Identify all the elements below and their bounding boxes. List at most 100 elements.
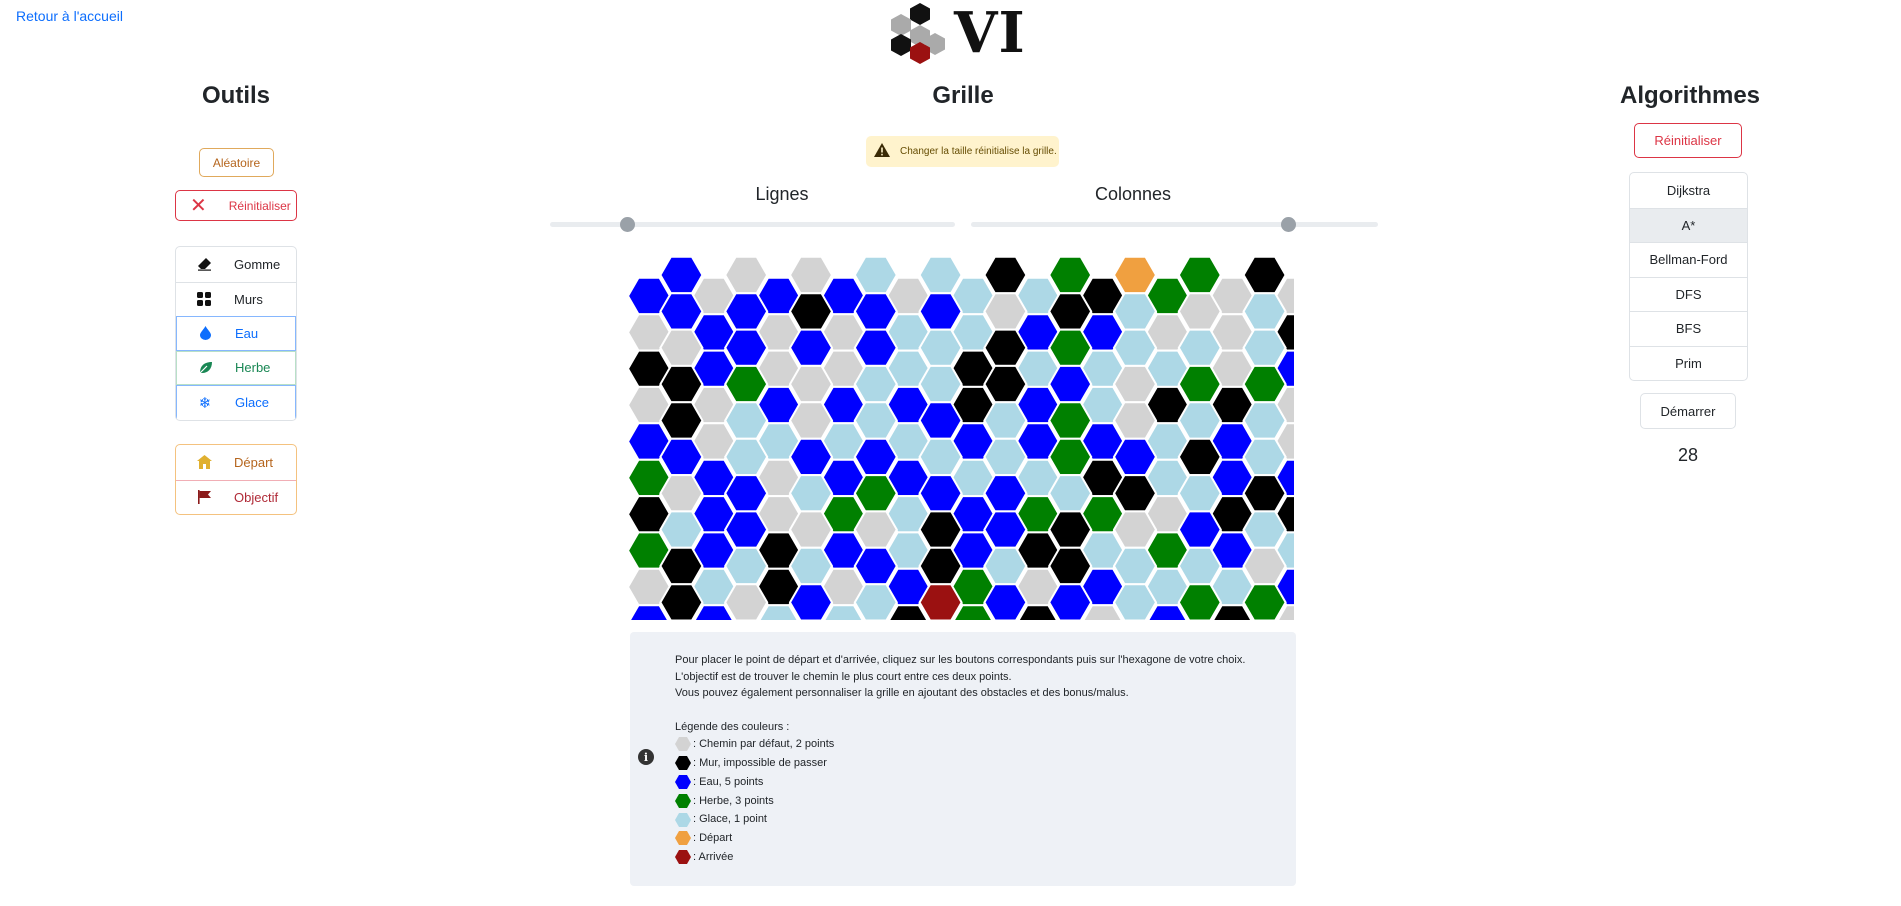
hex-cell[interactable] (724, 401, 769, 440)
hex-cell[interactable] (853, 255, 898, 295)
hex-cell[interactable] (1177, 437, 1222, 477)
hex-cell[interactable] (1242, 474, 1287, 513)
hex-cell[interactable] (659, 474, 704, 513)
tool-herbe[interactable]: Herbe (176, 350, 296, 385)
hex-cell[interactable] (1177, 401, 1222, 440)
hex-cell[interactable] (983, 255, 1028, 295)
hex-cell[interactable] (853, 328, 898, 367)
hex-cell[interactable] (788, 401, 834, 440)
hex-cell[interactable] (788, 583, 834, 620)
hex-cell[interactable] (983, 437, 1028, 477)
hex-cell[interactable] (1112, 401, 1158, 440)
hex-cell[interactable] (1048, 364, 1093, 404)
algorithm-option[interactable]: Bellman-Ford (1630, 242, 1747, 277)
hex-cell[interactable] (1177, 546, 1222, 586)
hex-cell[interactable] (724, 364, 769, 404)
hex-cell[interactable] (918, 292, 963, 331)
hex-cell[interactable] (1177, 364, 1222, 404)
hex-cell[interactable] (1177, 474, 1222, 513)
hex-cell[interactable] (1177, 292, 1222, 331)
hex-cell[interactable] (724, 583, 769, 620)
hex-cell[interactable] (724, 474, 769, 513)
hex-cell[interactable] (983, 364, 1028, 404)
hex-cell[interactable] (659, 510, 704, 549)
algorithm-option[interactable]: A* (1630, 207, 1747, 242)
hex-cell[interactable] (1048, 583, 1093, 620)
cols-slider[interactable] (971, 222, 1378, 227)
hex-cell[interactable] (1048, 328, 1093, 367)
hex-cell[interactable] (853, 364, 898, 404)
hex-cell[interactable] (659, 364, 704, 404)
hex-cell[interactable] (983, 474, 1028, 513)
hex-cell[interactable] (853, 474, 898, 513)
hex-cell[interactable] (724, 546, 769, 586)
hex-cell[interactable] (659, 437, 704, 477)
rows-slider-thumb[interactable] (619, 217, 635, 232)
hex-cell[interactable] (1177, 255, 1222, 295)
hex-cell[interactable] (853, 583, 898, 620)
hex-cell[interactable] (724, 328, 769, 367)
hex-cell[interactable] (918, 255, 963, 295)
reset-algorithm-button[interactable]: Réinitialiser (1634, 123, 1742, 158)
hex-cell[interactable] (1242, 437, 1287, 477)
hex-cell[interactable] (918, 401, 963, 440)
hex-cell[interactable] (1112, 328, 1158, 367)
hex-cell[interactable] (788, 255, 834, 295)
hex-cell[interactable] (918, 583, 963, 620)
hex-cell[interactable] (1242, 546, 1287, 586)
reset-grid-button[interactable]: ✕ Réinitialiser (175, 190, 297, 221)
hex-cell[interactable] (983, 546, 1028, 586)
hex-cell[interactable] (724, 255, 769, 295)
cols-slider-thumb[interactable] (1281, 217, 1297, 232)
algorithm-option[interactable]: BFS (1630, 311, 1747, 346)
hex-cell[interactable] (1112, 546, 1158, 586)
hex-cell[interactable] (1112, 583, 1158, 620)
hex-cell[interactable] (918, 328, 963, 367)
hex-cell[interactable] (1048, 510, 1093, 549)
hex-cell[interactable] (1242, 510, 1287, 549)
hex-cell[interactable] (659, 401, 704, 440)
start-button[interactable]: Démarrer (1640, 393, 1736, 429)
hex-cell[interactable] (788, 364, 834, 404)
hex-cell[interactable] (1048, 546, 1093, 586)
hex-cell[interactable] (1112, 255, 1158, 295)
hex-cell[interactable] (1048, 474, 1093, 513)
hex-cell[interactable] (1242, 583, 1287, 620)
hex-cell[interactable] (659, 255, 704, 295)
hex-cell[interactable] (1242, 255, 1287, 295)
hex-cell[interactable] (1112, 364, 1158, 404)
hex-cell[interactable] (1177, 328, 1222, 367)
hex-grid[interactable] (628, 255, 1294, 620)
hex-cell[interactable] (1048, 437, 1093, 477)
hex-cell[interactable] (659, 583, 704, 620)
hex-cell[interactable] (853, 292, 898, 331)
hex-cell[interactable] (1112, 510, 1158, 549)
hex-cell[interactable] (788, 328, 834, 367)
hex-cell[interactable] (659, 292, 704, 331)
hex-cell[interactable] (918, 474, 963, 513)
hex-cell[interactable] (788, 292, 834, 331)
algorithm-option[interactable]: Dijkstra (1630, 173, 1747, 208)
hex-cell[interactable] (918, 364, 963, 404)
hex-cell[interactable] (983, 292, 1028, 331)
tool-glace[interactable]: ❄ Glace (176, 385, 296, 420)
hex-cell[interactable] (1177, 583, 1222, 620)
hex-cell[interactable] (918, 510, 963, 549)
hex-cell[interactable] (724, 437, 769, 477)
hex-cell[interactable] (983, 328, 1028, 367)
hex-cell[interactable] (659, 546, 704, 586)
tool-objectif[interactable]: Objectif (176, 479, 296, 515)
hex-cell[interactable] (659, 328, 704, 367)
hex-cell[interactable] (1242, 401, 1287, 440)
home-link[interactable]: Retour à l'accueil (16, 8, 123, 24)
tool-gomme[interactable]: Gomme (176, 247, 296, 282)
hex-cell[interactable] (1177, 510, 1222, 549)
hex-cell[interactable] (983, 583, 1028, 620)
hex-cell[interactable] (1242, 292, 1287, 331)
hex-cell[interactable] (724, 292, 769, 331)
random-button[interactable]: Aléatoire (199, 148, 274, 177)
hex-cell[interactable] (983, 401, 1028, 440)
hex-cell[interactable] (1242, 328, 1287, 367)
hex-cell[interactable] (983, 510, 1028, 549)
hex-cell[interactable] (1112, 474, 1158, 513)
